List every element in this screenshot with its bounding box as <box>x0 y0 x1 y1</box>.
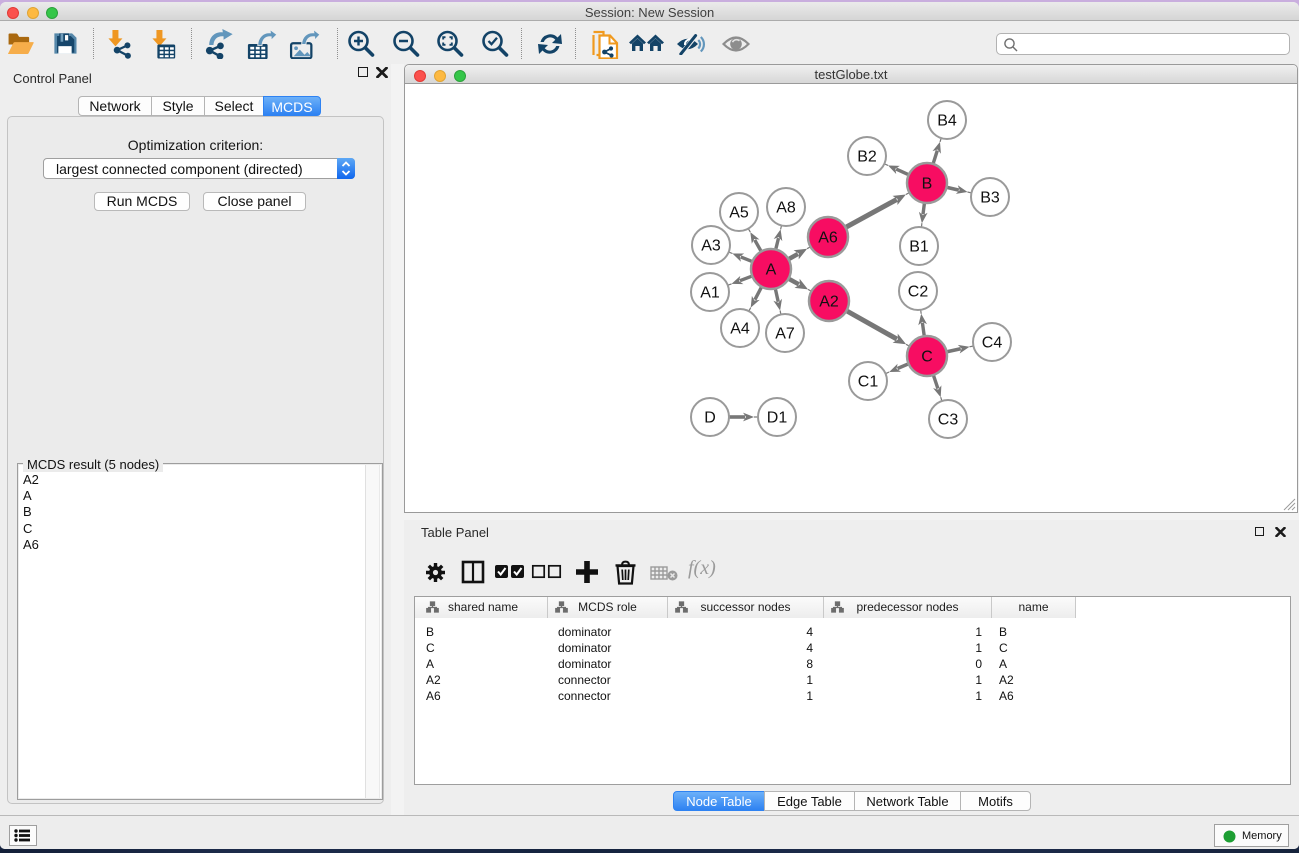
svg-text:B: B <box>922 176 933 193</box>
svg-text:B4: B4 <box>937 113 957 130</box>
svg-text:C3: C3 <box>938 412 959 429</box>
svg-text:B3: B3 <box>980 190 1000 207</box>
svg-text:A8: A8 <box>776 200 796 217</box>
svg-text:A: A <box>766 262 777 279</box>
svg-text:A6: A6 <box>818 230 838 247</box>
svg-text:A1: A1 <box>700 285 720 302</box>
svg-text:B2: B2 <box>857 149 877 166</box>
svg-text:A5: A5 <box>729 205 749 222</box>
svg-text:C: C <box>921 349 933 366</box>
svg-text:D1: D1 <box>767 410 788 427</box>
svg-text:B1: B1 <box>909 239 929 256</box>
svg-text:A7: A7 <box>775 326 795 343</box>
svg-text:A2: A2 <box>819 294 839 311</box>
svg-text:C2: C2 <box>908 284 929 301</box>
svg-text:A3: A3 <box>701 238 721 255</box>
svg-text:A4: A4 <box>730 321 750 338</box>
svg-text:D: D <box>704 410 716 427</box>
svg-text:C4: C4 <box>982 335 1003 352</box>
svg-text:C1: C1 <box>858 374 879 391</box>
